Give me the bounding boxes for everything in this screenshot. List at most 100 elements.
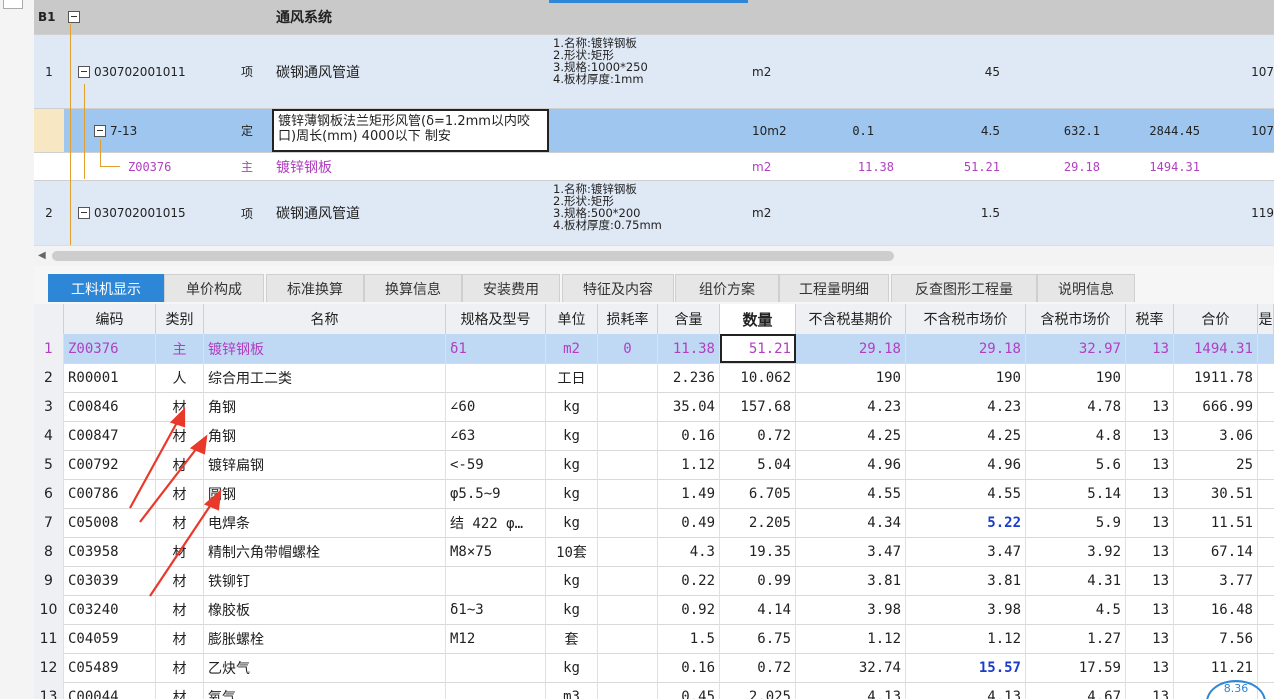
table-cell[interactable]: 材 [156, 450, 204, 479]
table-row[interactable]: 9 C03039 材铁铆钉 kg 0.22 0.99 3.81 3.81 4.31 13 3.77 [34, 566, 1274, 596]
table-cell[interactable]: 结 422 φ… [446, 508, 546, 537]
table-cell[interactable] [598, 653, 658, 682]
table-cell[interactable]: 镀锌扁钢 [204, 450, 446, 479]
table-cell[interactable]: 材 [156, 624, 204, 653]
table-cell[interactable]: 4.3 [658, 537, 720, 566]
table-cell[interactable]: 4.13 [906, 682, 1026, 699]
table-cell[interactable]: 4.25 [796, 421, 906, 450]
table-cell[interactable]: 1494.31 [1174, 334, 1258, 363]
table-cell[interactable]: 13 [1126, 450, 1174, 479]
table-cell[interactable]: M8×75 [446, 537, 546, 566]
table-cell[interactable] [446, 363, 546, 392]
table-cell[interactable]: 材 [156, 508, 204, 537]
tab-unit-price[interactable]: 单价构成 [164, 274, 264, 302]
table-cell[interactable]: 5.22 [906, 508, 1026, 537]
section-row[interactable]: B1 通风系统 [34, 0, 1274, 35]
list-row[interactable]: 1 030702001011 项 碳钢通风管道 1.名称:镀锌钢板 2.形状:矩形… [34, 35, 1274, 109]
tab-standard-conversion[interactable]: 标准换算 [266, 274, 364, 302]
table-cell[interactable]: 3.81 [906, 566, 1026, 595]
table-cell[interactable]: 13 [1126, 334, 1174, 363]
table-cell[interactable]: 13 [1126, 421, 1174, 450]
table-cell[interactable]: 乙炔气 [204, 653, 446, 682]
table-cell[interactable]: 51.21 [720, 334, 796, 363]
table-cell[interactable]: 13 [1126, 682, 1174, 699]
table-cell[interactable]: 1.12 [658, 450, 720, 479]
list-row[interactable]: Z00376 主 镀锌钢板 m2 11.38 51.21 29.18 1494.… [34, 153, 1274, 181]
table-cell[interactable]: C03958 [64, 537, 156, 566]
table-cell[interactable]: 666.99 [1174, 392, 1258, 421]
collapse-toggle[interactable] [78, 65, 90, 78]
table-cell[interactable]: 2.025 [720, 682, 796, 699]
table-cell[interactable]: 13 [1126, 624, 1174, 653]
tab-pricing-scheme[interactable]: 组价方案 [675, 274, 779, 302]
table-cell[interactable]: kg [546, 595, 598, 624]
table-cell[interactable]: 橡胶板 [204, 595, 446, 624]
table-cell[interactable]: 4.55 [906, 479, 1026, 508]
table-cell[interactable]: 材 [156, 479, 204, 508]
table-cell[interactable]: 5.04 [720, 450, 796, 479]
table-cell[interactable]: φ5.5~9 [446, 479, 546, 508]
table-cell[interactable]: 13 [1126, 595, 1174, 624]
table-row[interactable]: 8 C03958 材精制六角带帽螺栓 M8×75 10套 4.3 19.35 3.47 3.47… [34, 537, 1274, 567]
table-cell[interactable]: 30.51 [1174, 479, 1258, 508]
collapse-toggle[interactable] [78, 207, 90, 219]
table-cell[interactable] [598, 392, 658, 421]
table-row[interactable]: 2 R00001 人综合用工二类 工日 2.236 10.062 190 190 190 1911… [34, 363, 1274, 393]
table-cell[interactable]: C03039 [64, 566, 156, 595]
table-cell[interactable]: 0.22 [658, 566, 720, 595]
table-cell[interactable]: <-59 [446, 450, 546, 479]
table-cell[interactable]: 13 [1126, 392, 1174, 421]
table-row[interactable]: 11 C04059 材膨胀螺栓 M12 套 1.5 6.75 1.12 1.12 1.27 13 7.… [34, 624, 1274, 654]
table-cell[interactable]: kg [546, 653, 598, 682]
table-cell[interactable]: 11.51 [1174, 508, 1258, 537]
table-cell[interactable]: 材 [156, 595, 204, 624]
list-row[interactable]: 2 030702001015 项 碳钢通风管道 1.名称:镀锌钢板 2.形状:矩形… [34, 181, 1274, 245]
tab-quantity-detail[interactable]: 工程量明细 [779, 274, 889, 302]
quota-name-editor[interactable]: 镀锌薄钢板法兰矩形风管(δ=1.2mm以内咬口)周长(mm) 4000以下 制安 [272, 109, 549, 152]
table-cell[interactable]: 材 [156, 682, 204, 699]
table-cell[interactable]: 1911.78 [1174, 363, 1258, 392]
table-cell[interactable] [598, 479, 658, 508]
table-cell[interactable]: 4.96 [906, 450, 1026, 479]
table-cell[interactable]: 2.236 [658, 363, 720, 392]
table-cell[interactable] [598, 421, 658, 450]
table-cell[interactable]: 6.705 [720, 479, 796, 508]
table-cell[interactable]: 32.97 [1026, 334, 1126, 363]
table-cell[interactable]: C00786 [64, 479, 156, 508]
table-cell[interactable]: δ1~3 [446, 595, 546, 624]
table-cell[interactable]: ∠63 [446, 421, 546, 450]
table-row[interactable]: 13 C00044 材氧气 m3 0.45 2.025 4.13 4.13 4.67 13 [34, 682, 1274, 699]
table-cell[interactable]: 4.31 [1026, 566, 1126, 595]
table-cell[interactable]: δ1 [446, 334, 546, 363]
table-cell[interactable]: 3.81 [796, 566, 906, 595]
table-cell[interactable]: 29.18 [906, 334, 1026, 363]
table-cell[interactable] [598, 450, 658, 479]
table-cell[interactable]: 1.12 [906, 624, 1026, 653]
table-cell[interactable] [446, 566, 546, 595]
table-cell[interactable]: m2 [546, 334, 598, 363]
table-cell[interactable]: 1.12 [796, 624, 906, 653]
table-cell[interactable] [598, 537, 658, 566]
table-row[interactable]: 1 Z00376 主镀锌钢板 δ1 m2 0 11.38 51.21 29.18 29.18 32.… [34, 334, 1274, 364]
table-row[interactable]: 7 C05008 材电焊条结 422 φ… kg 0.49 2.205 4.34 5.22 5.… [34, 508, 1274, 538]
tab-conversion-info[interactable]: 换算信息 [364, 274, 462, 302]
table-cell[interactable]: 190 [1026, 363, 1126, 392]
table-cell[interactable]: 5.9 [1026, 508, 1126, 537]
tab-description[interactable]: 说明信息 [1037, 274, 1135, 302]
table-cell[interactable]: C05489 [64, 653, 156, 682]
table-cell[interactable]: 精制六角带帽螺栓 [204, 537, 446, 566]
table-cell[interactable]: 材 [156, 421, 204, 450]
table-cell[interactable]: 1.5 [658, 624, 720, 653]
table-cell[interactable]: 15.57 [906, 653, 1026, 682]
table-cell[interactable]: 4.78 [1026, 392, 1126, 421]
table-row[interactable]: 3 C00846 材角钢 ∠60 kg 35.04 157.68 4.23 4.23 4.78 13… [34, 392, 1274, 422]
table-cell[interactable]: C00044 [64, 682, 156, 699]
tab-features[interactable]: 特征及内容 [562, 274, 674, 302]
table-row[interactable]: 6 C00786 材圆钢 φ5.5~9 kg 1.49 6.705 4.55 4.55 5.14 1… [34, 479, 1274, 509]
list-row-selected[interactable]: 7-13 定 镀锌薄钢板法兰矩形风管(δ=1.2mm以内咬口)周长(mm) 40… [34, 109, 1274, 153]
table-cell[interactable]: kg [546, 392, 598, 421]
table-cell[interactable]: 角钢 [204, 392, 446, 421]
table-cell[interactable]: 套 [546, 624, 598, 653]
table-cell[interactable]: 4.23 [796, 392, 906, 421]
table-cell[interactable] [446, 653, 546, 682]
